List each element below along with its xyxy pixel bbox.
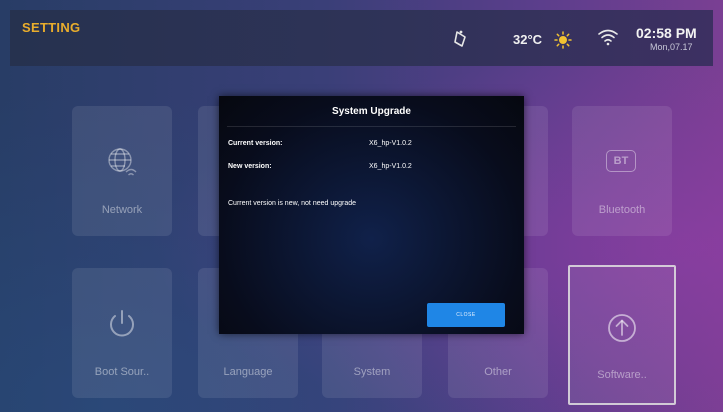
dialog-divider bbox=[227, 126, 516, 127]
rotate-icon[interactable] bbox=[452, 29, 470, 49]
upgrade-status-message: Current version is new, not need upgrade bbox=[228, 200, 357, 207]
tile-label: System bbox=[353, 366, 391, 378]
bluetooth-badge-text: BT bbox=[613, 155, 629, 167]
system-upgrade-dialog: System Upgrade Current version: X6_hp-V1… bbox=[219, 96, 524, 334]
new-version-label: New version: bbox=[228, 163, 272, 170]
tile-label: Other bbox=[484, 366, 512, 378]
tile-label: Boot Sour.. bbox=[94, 366, 150, 378]
temperature-readout: 32°C bbox=[513, 32, 543, 47]
current-version-value: X6_hp-V1.0.2 bbox=[369, 140, 412, 147]
clock-time: 02:58 PM bbox=[636, 25, 697, 41]
tile-network[interactable]: Network bbox=[72, 106, 172, 236]
wifi-icon[interactable] bbox=[597, 28, 619, 46]
tile-software-upgrade[interactable]: Software.. bbox=[568, 265, 676, 405]
tile-boot-source[interactable]: Boot Sour.. bbox=[72, 268, 172, 398]
tile-label: Bluetooth bbox=[598, 204, 646, 216]
globe-wifi-icon bbox=[108, 148, 137, 176]
dialog-title: System Upgrade bbox=[332, 106, 411, 117]
power-icon bbox=[110, 310, 134, 337]
close-button[interactable]: CLOSE bbox=[427, 303, 505, 327]
tile-label: Software.. bbox=[597, 369, 647, 381]
screen-background: SETTING 32°C 02:58 PM Mon,07.17 Network … bbox=[0, 0, 723, 412]
bluetooth-icon: BT bbox=[606, 150, 636, 172]
tile-bluetooth[interactable]: BT Bluetooth bbox=[572, 106, 672, 236]
tile-label: Network bbox=[101, 204, 143, 216]
current-version-label: Current version: bbox=[228, 140, 283, 147]
page-title: SETTING bbox=[22, 20, 81, 35]
clock-date: Mon,07.17 bbox=[650, 42, 693, 52]
new-version-value: X6_hp-V1.0.2 bbox=[369, 163, 412, 170]
upgrade-arrow-icon bbox=[608, 314, 636, 342]
tile-label: Language bbox=[223, 366, 273, 378]
sun-icon bbox=[554, 31, 572, 49]
